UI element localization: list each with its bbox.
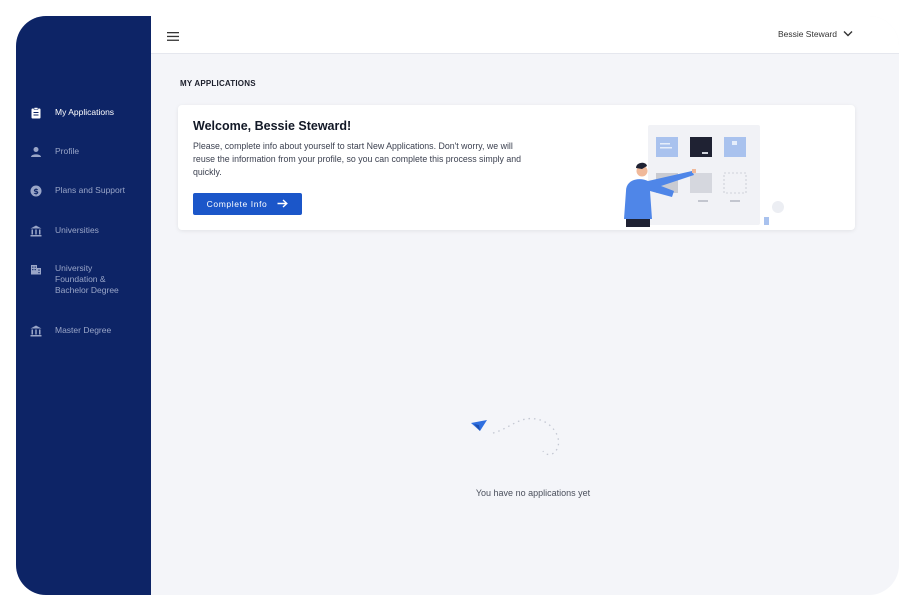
sidebar-item-plans-and-support[interactable]: $ Plans and Support — [30, 185, 133, 197]
user-menu[interactable]: Bessie Steward — [778, 29, 853, 39]
dollar-icon: $ — [30, 185, 42, 197]
sidebar-item-label: My Applications — [55, 107, 115, 117]
welcome-text: Please, complete info about yourself to … — [193, 141, 522, 177]
sidebar-item-profile[interactable]: Profile — [30, 146, 133, 158]
svg-text:$: $ — [33, 187, 39, 196]
sidebar-item-university-foundation[interactable]: University Foundation & Bachelor Degree — [30, 263, 133, 296]
sidebar-item-label: Plans and Support — [55, 185, 125, 195]
app-frame: My Applications Profile $ Plans and Supp… — [16, 16, 899, 595]
welcome-card: Welcome, Bessie Steward! Please, complet… — [178, 105, 855, 230]
clipboard-icon — [30, 107, 42, 119]
person-icon — [30, 146, 42, 158]
hamburger-icon[interactable] — [167, 28, 179, 46]
sidebar-item-universities[interactable]: Universities — [30, 225, 133, 237]
welcome-illustration — [618, 119, 798, 236]
arrow-right-icon — [277, 198, 289, 210]
sidebar-item-my-applications[interactable]: My Applications — [30, 107, 133, 119]
complete-info-button[interactable]: Complete Info — [193, 193, 302, 215]
welcome-title: Welcome, Bessie Steward! — [193, 119, 352, 133]
sidebar: My Applications Profile $ Plans and Supp… — [16, 16, 151, 595]
sidebar-item-label: Universities — [55, 225, 99, 235]
page-title: MY APPLICATIONS — [180, 79, 256, 88]
complete-info-label: Complete Info — [206, 199, 268, 209]
sidebar-item-label: Master Degree — [55, 325, 112, 335]
sidebar-item-label: Profile — [55, 146, 80, 156]
paper-plane-icon — [471, 411, 571, 471]
chevron-down-icon — [843, 29, 853, 39]
empty-state-text: You have no applications yet — [475, 488, 591, 498]
bank-icon — [30, 225, 42, 237]
top-bar: Bessie Steward — [151, 16, 899, 54]
user-name: Bessie Steward — [777, 29, 837, 39]
bank-icon — [30, 325, 42, 337]
building-icon — [30, 263, 42, 275]
sidebar-item-label: University Foundation & Bachelor Degree — [55, 263, 119, 295]
sidebar-item-master-degree[interactable]: Master Degree — [30, 325, 133, 337]
